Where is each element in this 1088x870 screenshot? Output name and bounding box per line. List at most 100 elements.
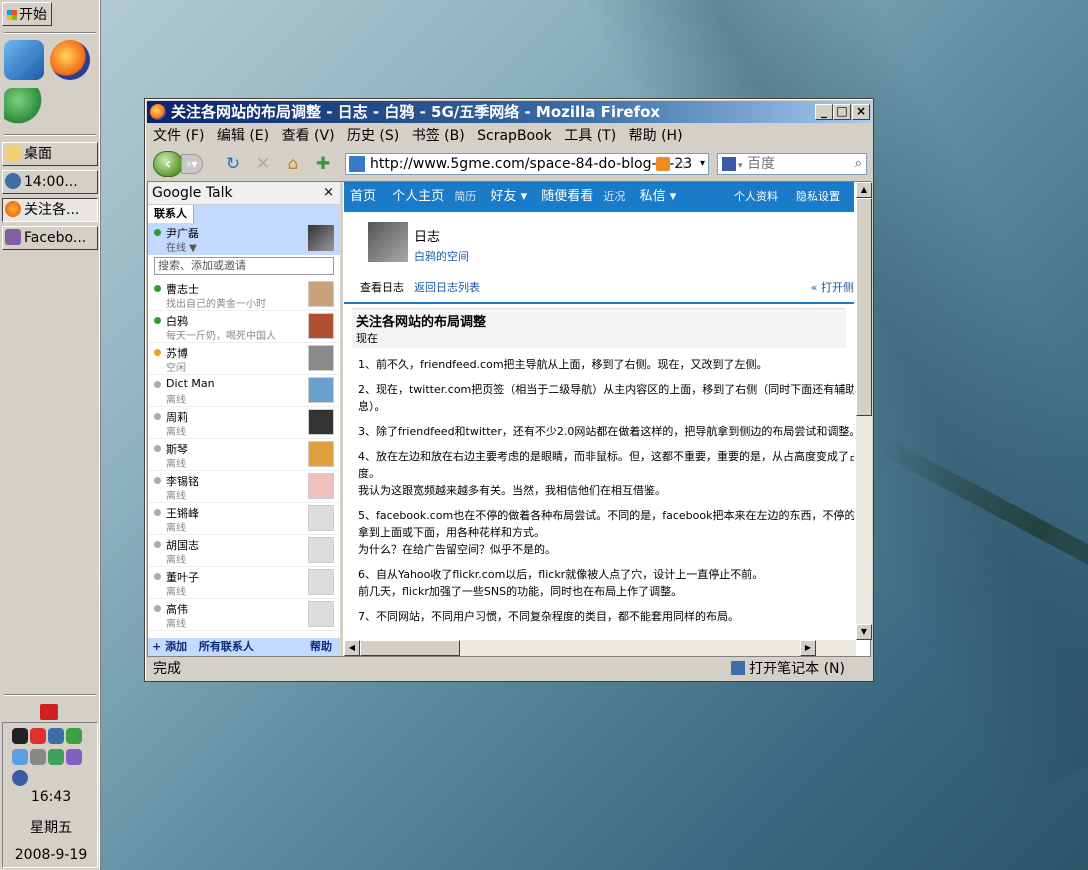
nav-browse[interactable]: 随便看看 (541, 189, 593, 204)
menu-bookmarks[interactable]: 书签 (B) (412, 125, 465, 147)
nav-messages[interactable]: 私信 ▾ (640, 189, 677, 204)
rss-icon[interactable] (656, 157, 670, 171)
scroll-thumb[interactable] (856, 198, 872, 416)
maximize-button[interactable]: □ (833, 104, 851, 120)
contact-item[interactable]: 高伟 离线 (148, 599, 340, 631)
monitor-icon[interactable] (48, 749, 64, 765)
all-contacts-link[interactable]: 所有联系人 (199, 640, 254, 653)
search-icon[interactable]: ⌕ (855, 154, 862, 174)
dropbox-icon[interactable] (12, 749, 28, 765)
antivirus-icon[interactable] (30, 728, 46, 744)
task-clock-app[interactable]: 14:00... (2, 170, 98, 194)
nav-personal[interactable]: 个人主页 (392, 189, 444, 204)
nav-profile[interactable]: 个人资料 (734, 182, 778, 212)
contact-item[interactable]: 周莉 离线 (148, 407, 340, 439)
author-avatar[interactable] (368, 222, 408, 262)
search-engine-icon[interactable] (722, 157, 736, 171)
scroll-left-icon[interactable]: ◀ (344, 640, 360, 656)
nav-resume[interactable]: 简历 (454, 190, 476, 203)
contact-status: 离线 (166, 427, 186, 438)
nav-friends[interactable]: 好友 ▾ (490, 189, 527, 204)
scroll-up-icon[interactable]: ▲ (856, 182, 872, 198)
my-status[interactable]: 尹广磊 在线 ▼ (148, 223, 340, 255)
presence-dot-icon (154, 285, 161, 292)
qq-icon[interactable] (12, 728, 28, 744)
home-icon[interactable]: ⌂ (283, 154, 303, 174)
url-bar[interactable]: http://www.5gme.com/space-84-do-blog-id-… (345, 153, 709, 175)
open-sidebar-link[interactable]: « 打开侧 (811, 274, 854, 302)
ie-icon[interactable] (4, 40, 44, 80)
open-notebook-button[interactable]: 打开笔记本 (N) (731, 659, 845, 679)
search-placeholder: 百度 (746, 156, 775, 172)
menu-view[interactable]: 查看 (V) (282, 125, 335, 147)
presence-dot-icon (154, 445, 161, 452)
menu-scrapbook[interactable]: ScrapBook (477, 125, 552, 147)
menu-file[interactable]: 文件 (F) (153, 125, 204, 147)
contact-item[interactable]: 苏博 空闲 (148, 343, 340, 375)
contact-status: 每天一斤奶，喝死中国人 (166, 331, 276, 342)
contact-item[interactable]: 李锡铭 离线 (148, 471, 340, 503)
horizontal-scrollbar[interactable]: ◀ ▶ (344, 640, 856, 656)
start-button[interactable]: 开始 (2, 2, 52, 26)
chevron-down-icon[interactable]: ▾ (700, 154, 705, 174)
settings-icon[interactable] (30, 749, 46, 765)
add-contact-link[interactable]: 添加 (165, 640, 187, 653)
contact-item[interactable]: 王锵峰 离线 (148, 503, 340, 535)
back-to-list-link[interactable]: 返回日志列表 (414, 274, 480, 302)
nav-privacy[interactable]: 隐私设置 (796, 182, 840, 212)
contact-avatar (308, 537, 334, 563)
task-facebook[interactable]: Facebo... (2, 226, 98, 250)
scroll-right-icon[interactable]: ▶ (800, 640, 816, 656)
help-link[interactable]: 帮助 (310, 638, 332, 656)
contact-avatar (308, 441, 334, 467)
presence-dot-icon (154, 317, 161, 324)
clock-date: 2008-9-19 (14, 847, 88, 863)
space-link[interactable]: 白鸦的空间 (414, 248, 469, 264)
contact-search-input[interactable]: 搜索、添加或邀请 (154, 257, 334, 275)
firefox-icon (150, 104, 166, 120)
presence-dot-icon (154, 573, 161, 580)
post-paragraph: 7、不同网站，不同用户习惯，不同复杂程度的类目，都不能套用同样的布局。 (358, 608, 854, 625)
tab-view-blog[interactable]: 查看日志 (360, 274, 404, 302)
star-icon[interactable]: ☆ (675, 154, 688, 174)
messenger-icon[interactable] (4, 88, 44, 128)
contact-item[interactable]: 斯琴 离线 (148, 439, 340, 471)
task-firefox[interactable]: 关注各... (2, 198, 98, 222)
status-text: 完成 (153, 661, 181, 677)
app-tray-icon[interactable] (40, 704, 58, 720)
zdc-icon[interactable] (12, 770, 28, 786)
close-button[interactable]: × (852, 104, 870, 120)
forward-button[interactable]: ›▾ (181, 154, 203, 174)
messenger-tray-icon[interactable] (66, 728, 82, 744)
contact-item[interactable]: 白鸦 每天一斤奶，喝死中国人 (148, 311, 340, 343)
minimize-button[interactable]: _ (815, 104, 833, 120)
back-button[interactable]: ‹ (153, 151, 183, 177)
nav-recent[interactable]: 近况 (603, 190, 625, 203)
contact-item[interactable]: 董叶子 离线 (148, 567, 340, 599)
vertical-scrollbar[interactable]: ▲ ▼ (856, 182, 872, 640)
menu-help[interactable]: 帮助 (H) (629, 125, 683, 147)
add-bookmark-icon[interactable]: ✚ (313, 154, 333, 174)
tab-contacts[interactable]: 联系人 (148, 205, 194, 223)
scroll-down-icon[interactable]: ▼ (856, 624, 872, 640)
network-icon[interactable] (48, 728, 64, 744)
clock-time[interactable]: 16:43 (3, 789, 99, 805)
nav-home[interactable]: 首页 (350, 189, 376, 204)
reload-icon[interactable]: ↻ (223, 154, 243, 174)
scroll-thumb-horizontal[interactable] (360, 640, 460, 656)
stop-icon[interactable]: ✕ (253, 154, 273, 174)
status-dropdown[interactable]: 在线 ▼ (166, 239, 197, 254)
close-icon[interactable]: × (323, 182, 334, 204)
music-icon[interactable] (66, 749, 82, 765)
blog-header: 日志 白鸦的空间 (344, 212, 854, 274)
menu-tools[interactable]: 工具 (T) (564, 125, 616, 147)
menu-edit[interactable]: 编辑 (E) (217, 125, 269, 147)
title-bar[interactable]: 关注各网站的布局调整 - 日志 - 白鸦 - 5G/五季网络 - Mozilla… (147, 101, 871, 123)
task-desktop[interactable]: 桌面 (2, 142, 98, 166)
contact-item[interactable]: Dict Man 离线 (148, 375, 340, 407)
menu-history[interactable]: 历史 (S) (347, 125, 399, 147)
search-bar[interactable]: ▾ 百度 ⌕ (717, 153, 867, 175)
firefox-icon[interactable] (50, 40, 90, 80)
contact-item[interactable]: 胡国志 离线 (148, 535, 340, 567)
contact-item[interactable]: 曹志士 找出自己的黄金一小时 (148, 279, 340, 311)
